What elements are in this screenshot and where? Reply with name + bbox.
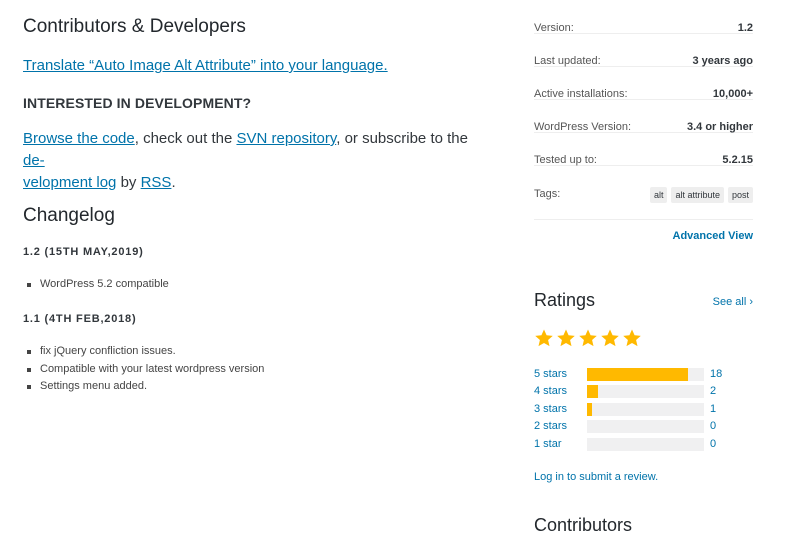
login-review-link[interactable]: Log in to submit a review.	[534, 471, 658, 483]
list-item: fix jQuery confliction issues.	[23, 343, 264, 361]
star-filled-icon	[557, 329, 575, 347]
rating-bar-track	[587, 420, 704, 434]
rss-link[interactable]: RSS	[141, 174, 172, 191]
rating-bar-track	[587, 402, 704, 416]
see-all-label: See all	[712, 296, 747, 308]
changelog-list: fix jQuery confliction issues. Compatibl…	[23, 343, 264, 396]
meta-row-active-installations: Active installations: 10,000+	[534, 66, 753, 100]
rating-row-label[interactable]: 3 stars	[534, 403, 567, 415]
changelog-version-heading: 1.2 (15TH MAY,2019)	[23, 246, 144, 258]
star-filled-icon	[601, 329, 619, 347]
rating-row-1[interactable]: 1 star 0	[534, 436, 753, 453]
changelog-list: WordPress 5.2 compatible	[23, 276, 169, 294]
rating-row-count[interactable]: 2	[710, 385, 716, 397]
meta-row-version: Version: 1.2	[534, 0, 753, 34]
meta-row-wordpress-version: WordPress Version: 3.4 or higher	[534, 99, 753, 133]
contributors-heading: Contributors & Developers	[23, 16, 246, 37]
star-filled-icon	[579, 329, 597, 347]
rating-row-4[interactable]: 4 stars 2	[534, 383, 753, 400]
svn-repository-link[interactable]: SVN repository	[236, 130, 336, 147]
rating-row-label[interactable]: 2 stars	[534, 420, 567, 432]
rating-row-label[interactable]: 4 stars	[534, 385, 567, 397]
advanced-view-link[interactable]: Advanced View	[673, 230, 754, 242]
dev-text-4: .	[171, 174, 176, 191]
rating-row-3[interactable]: 3 stars 1	[534, 401, 753, 418]
rating-row-5[interactable]: 5 stars 18	[534, 366, 753, 383]
rating-breakdown: 5 stars 18 4 stars 2 3 stars 1 2 stars 0…	[534, 366, 753, 453]
star-rating	[534, 328, 642, 348]
changelog-version-heading: 1.1 (4TH FEB,2018)	[23, 313, 137, 325]
devlog-part-2: velopment log	[23, 174, 117, 191]
development-log-link[interactable]: de-velopment log	[23, 152, 116, 191]
rating-bar-fill	[587, 385, 598, 399]
rating-row-count[interactable]: 0	[710, 438, 716, 450]
meta-row-last-updated: Last updated: 3 years ago	[534, 33, 753, 67]
tag-list: alt alt attribute post	[649, 187, 753, 203]
tag-link[interactable]: post	[727, 187, 753, 203]
rating-row-count[interactable]: 0	[710, 420, 716, 432]
rating-row-count[interactable]: 18	[710, 368, 722, 380]
meta-label: Tags:	[534, 188, 561, 200]
list-item: Settings menu added.	[23, 378, 264, 396]
rating-row-label[interactable]: 1 star	[534, 438, 562, 450]
dev-text-3: by	[116, 174, 141, 191]
dev-text-1: , check out the	[134, 130, 237, 147]
meta-row-tested-up-to: Tested up to: 5.2.15	[534, 132, 753, 166]
tag-link[interactable]: alt	[649, 187, 668, 203]
chevron-right-icon: ›	[749, 296, 753, 308]
rating-bar-track	[587, 437, 704, 451]
rating-row-count[interactable]: 1	[710, 403, 716, 415]
dev-text-2: , or subscribe to the	[336, 130, 468, 147]
rating-bar-track	[587, 385, 704, 399]
rating-bar-fill	[587, 368, 688, 381]
ratings-heading: Ratings	[534, 290, 596, 310]
see-all-link[interactable]: See all ›	[713, 296, 753, 308]
meta-row-tags: Tags: alt alt attribute post	[534, 165, 753, 220]
rating-bar-track	[587, 368, 704, 381]
list-item: WordPress 5.2 compatible	[23, 276, 169, 294]
development-paragraph: Browse the code, check out the SVN repos…	[23, 128, 488, 194]
devlog-part-1: de-	[23, 152, 45, 169]
rating-row-2[interactable]: 2 stars 0	[534, 418, 753, 435]
rating-bar-fill	[587, 402, 593, 416]
list-item: Compatible with your latest wordpress ve…	[23, 361, 264, 379]
changelog-heading: Changelog	[23, 205, 115, 226]
browse-code-link[interactable]: Browse the code	[23, 130, 135, 147]
star-filled-icon	[623, 329, 641, 347]
contributors-sidebar-heading: Contributors	[534, 515, 633, 535]
star-filled-icon	[535, 329, 553, 347]
rating-row-label[interactable]: 5 stars	[534, 368, 567, 380]
development-heading: INTERESTED IN DEVELOPMENT?	[23, 95, 252, 111]
translate-link[interactable]: Translate “Auto Image Alt Attribute” int…	[23, 57, 388, 74]
tag-link[interactable]: alt attribute	[671, 187, 724, 203]
